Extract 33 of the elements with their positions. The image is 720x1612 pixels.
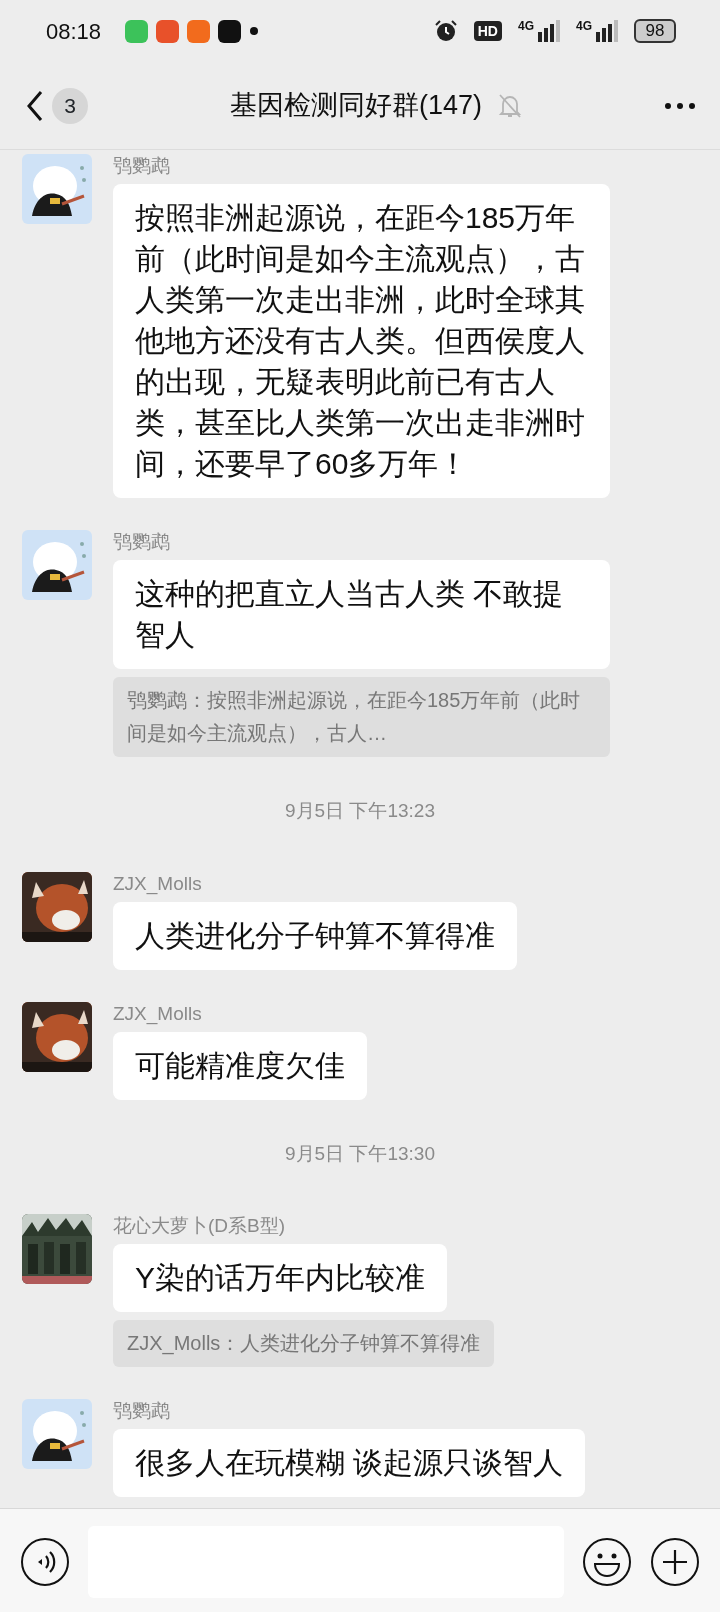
sender-name: 鸮鹦鹉 [113,154,170,178]
timestamp: 9月5日 下午13:23 [284,799,436,823]
quoted-message: ZJX_Molls：人类进化分子钟算不算得准 [113,1320,495,1367]
hd-icon: HD [473,21,502,41]
unread-count: 3 [52,87,88,124]
add-button[interactable] [650,1536,700,1587]
back-button[interactable]: 3 [26,87,88,124]
sender-name: ZJX_Molls [113,871,202,896]
message-bubble: 很多人在玩模糊 谈起源只谈智人 [113,1429,586,1497]
alarm-icon [433,19,458,43]
message-bubble: 人类进化分子钟算不算得准 [113,901,517,970]
message-bubble: Y染的话万年内比较准 [113,1244,447,1312]
sender-name: 鸮鹦鹉 [113,530,170,554]
battery-level: 98 [634,19,676,43]
emoji-button[interactable] [582,1536,632,1587]
timestamp: 9月5日 下午13:30 [284,1141,436,1166]
dot-icon [249,26,260,36]
network-label: 4G [576,20,592,32]
message-bubble: 这种的把直立人当古人类 不敢提智人 [113,560,610,669]
message-bubble: 按照非洲起源说，在距今185万年前（此时间是如今主流观点），古人类第一次走出非洲，此时全球其他地方还没有古人类。但西侯度人的出现，无疑表明此前已有古人类，甚至比人类第一次出走非洲时间，还要早了60多万年！ [113,184,610,498]
chat-title: 基因检测同好群(147) [230,89,482,123]
signal-icon [596,20,618,42]
sender-name: 花心大萝卜(D系B型) [113,1214,286,1238]
more-icon [664,102,696,111]
back-icon [26,89,44,122]
voice-button[interactable] [20,1536,70,1587]
quoted-message: 鸮鹦鹉：按照非洲起源说，在距今185万年前（此时间是如今主流观点），古人… [113,677,610,757]
message-bubble: 可能精准度欠佳 [113,1031,367,1100]
sender-name: 鸮鹦鹉 [113,1399,170,1423]
status-time: 08:18 [46,17,102,46]
sender-name: ZJX_Molls [113,1001,202,1026]
signal-icon [538,20,560,42]
network-label: 4G [517,20,534,32]
